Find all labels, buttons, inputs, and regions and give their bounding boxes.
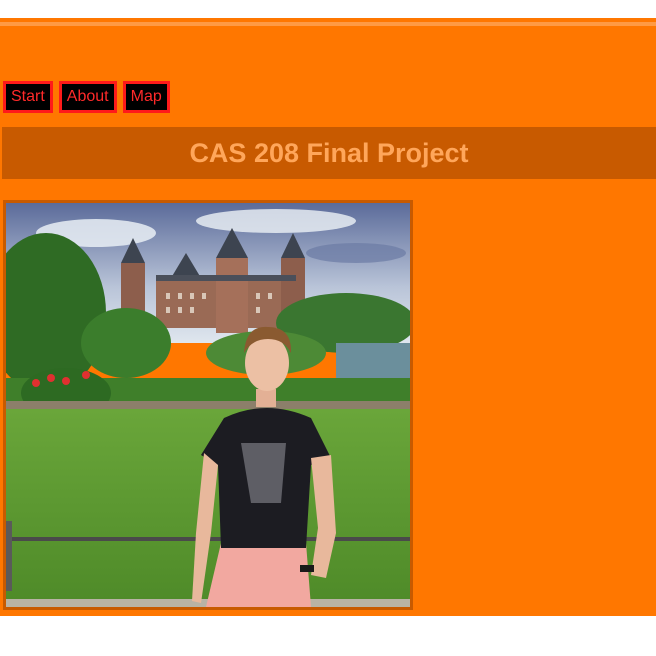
- nav-about-link[interactable]: About: [58, 81, 117, 113]
- nav-start-link[interactable]: Start: [3, 81, 53, 113]
- photo-illustration: [6, 203, 410, 607]
- main-nav: Start About Map: [3, 81, 170, 113]
- page-title: CAS 208 Final Project: [189, 138, 469, 168]
- title-banner: CAS 208 Final Project: [2, 127, 656, 179]
- profile-photo: [3, 200, 413, 610]
- nav-map-link[interactable]: Map: [122, 81, 170, 113]
- top-divider: [0, 22, 656, 26]
- page-background: Start About Map CAS 208 Final Project: [0, 18, 656, 616]
